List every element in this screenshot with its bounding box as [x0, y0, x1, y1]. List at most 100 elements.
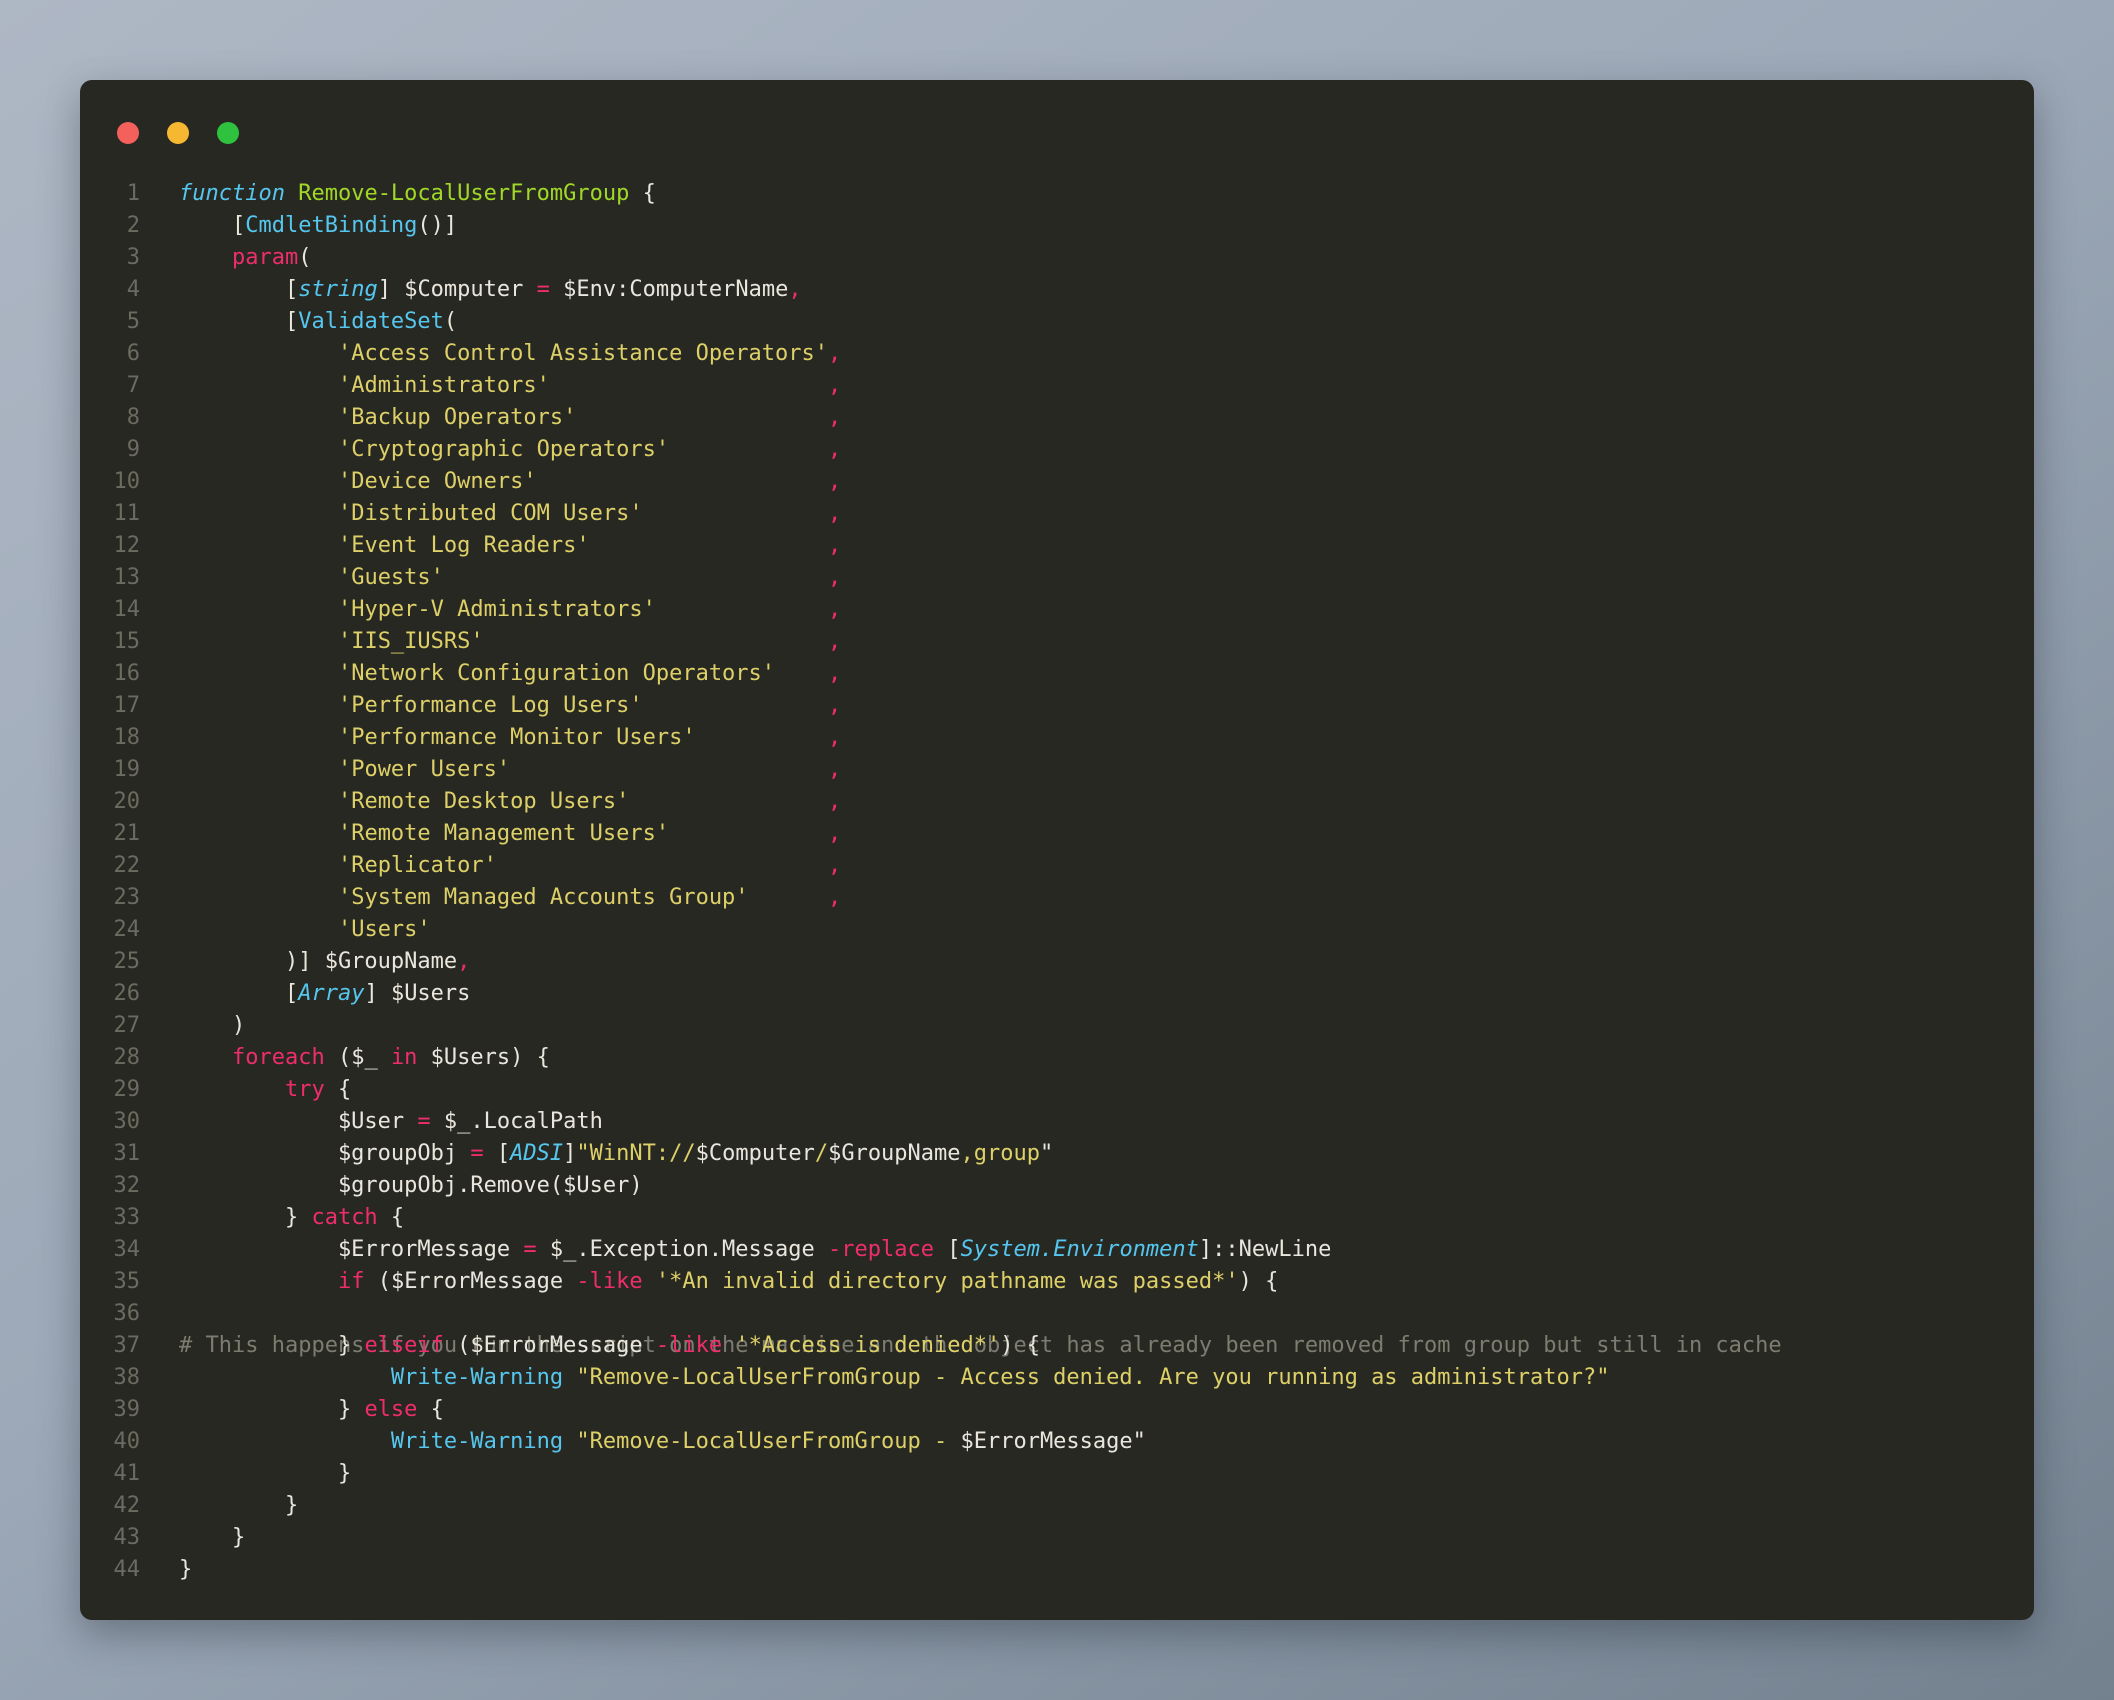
minimize-window-button[interactable] [167, 122, 189, 144]
line-number: 25 [80, 946, 140, 978]
code-token: ]::NewLine [1199, 1237, 1331, 1262]
code-token [775, 661, 828, 686]
line-number: 33 [80, 1202, 140, 1234]
code-text: [Array] $Users [179, 978, 470, 1010]
code-token: , [828, 533, 841, 558]
code-token: 'Hyper-V Administrators' [338, 597, 656, 622]
code-editor[interactable]: 1function Remove-LocalUserFromGroup {2 [… [80, 178, 2034, 1620]
code-text: 'Access Control Assistance Operators', [179, 338, 841, 370]
code-token: Write-Warning [391, 1429, 563, 1454]
code-line: 44} [80, 1554, 2034, 1586]
code-line: 33 } catch { [80, 1202, 2034, 1234]
code-token: 'Remote Desktop Users' [338, 789, 629, 814]
code-token [179, 1429, 391, 1454]
line-number: 6 [80, 338, 140, 370]
code-token: " [1040, 1141, 1053, 1166]
code-line: 39 } else { [80, 1394, 2034, 1426]
close-window-button[interactable] [117, 122, 139, 144]
code-token [179, 629, 338, 654]
code-line: 11 'Distributed COM Users' , [80, 498, 2034, 530]
code-token: , [828, 725, 841, 750]
code-token: } [179, 1493, 298, 1518]
line-number: 23 [80, 882, 140, 914]
line-number: 34 [80, 1234, 140, 1266]
code-token: ) { [1239, 1269, 1279, 1294]
code-line: 26 [Array] $Users [80, 978, 2034, 1010]
code-text: 'Power Users' , [179, 754, 841, 786]
code-token: ()] [417, 213, 457, 238]
code-token [484, 629, 828, 654]
code-line: 32 $groupObj.Remove($User) [80, 1170, 2034, 1202]
line-number: 38 [80, 1362, 140, 1394]
code-token [179, 885, 338, 910]
line-number: 32 [80, 1170, 140, 1202]
code-token: 'Cryptographic Operators' [338, 437, 669, 462]
code-text: $ErrorMessage = $_.Exception.Message -re… [179, 1234, 1331, 1266]
code-token [179, 725, 338, 750]
code-token: [ [179, 309, 298, 334]
code-line: 15 'IIS_IUSRS' , [80, 626, 2034, 658]
code-line: 43 } [80, 1522, 2034, 1554]
zoom-window-button[interactable] [217, 122, 239, 144]
code-token [179, 1045, 232, 1070]
code-token: 'Performance Log Users' [338, 693, 643, 718]
code-line: 28 foreach ($_ in $Users) { [80, 1042, 2034, 1074]
code-token: $_.Exception.Message [537, 1237, 828, 1262]
code-token: , [828, 405, 841, 430]
code-token: 'Distributed COM Users' [338, 501, 643, 526]
code-text: [string] $Computer = $Env:ComputerName, [179, 274, 802, 306]
code-token: [ [179, 213, 245, 238]
code-token: $Computer [696, 1141, 815, 1166]
code-token [510, 757, 828, 782]
code-token [179, 789, 338, 814]
code-token [643, 693, 828, 718]
code-token: ] $Computer [378, 277, 537, 302]
code-token: [ [179, 277, 298, 302]
code-line: 14 'Hyper-V Administrators' , [80, 594, 2034, 626]
code-token: , [788, 277, 801, 302]
code-token [179, 1269, 338, 1294]
code-token: "WinNT:// [576, 1141, 695, 1166]
code-text: 'Backup Operators' , [179, 402, 841, 434]
code-token: 'IIS_IUSRS' [338, 629, 484, 654]
code-text: } else { [179, 1394, 444, 1426]
line-number: 35 [80, 1266, 140, 1298]
code-line: 22 'Replicator' , [80, 850, 2034, 882]
code-token: , [828, 469, 841, 494]
code-token: , [828, 789, 841, 814]
code-token [669, 437, 828, 462]
code-token: } [179, 1461, 351, 1486]
code-token: = [417, 1109, 430, 1134]
code-text: function Remove-LocalUserFromGroup { [179, 178, 656, 210]
code-token: = [470, 1141, 483, 1166]
code-token [576, 405, 828, 430]
code-text: 'Replicator' , [179, 850, 841, 882]
code-token [643, 501, 828, 526]
line-number: 8 [80, 402, 140, 434]
code-editor-window: 1function Remove-LocalUserFromGroup {2 [… [80, 80, 2034, 1620]
code-text: 'Distributed COM Users' , [179, 498, 841, 530]
code-text: [ValidateSet( [179, 306, 457, 338]
code-token: "Remove-LocalUserFromGroup - [576, 1429, 960, 1454]
code-token: ($_ [325, 1045, 391, 1070]
code-token: = [537, 277, 550, 302]
code-token: $User [179, 1109, 417, 1134]
code-token: 'Users' [338, 917, 431, 942]
code-token: ($ErrorMessage [364, 1269, 576, 1294]
code-text: 'Event Log Readers' , [179, 530, 841, 562]
code-token [179, 341, 338, 366]
code-token: , [828, 629, 841, 654]
code-token: , [828, 437, 841, 462]
code-token [179, 245, 232, 270]
line-number: 44 [80, 1554, 140, 1586]
code-text: $groupObj = [ADSI]"WinNT://$Computer/$Gr… [179, 1138, 1053, 1170]
code-token: $_.LocalPath [431, 1109, 603, 1134]
code-token: '*Access is denied*' [735, 1333, 1000, 1358]
code-token [537, 469, 828, 494]
window-titlebar[interactable] [80, 80, 2034, 155]
code-token: ADSI [510, 1141, 563, 1166]
code-token: in [391, 1045, 418, 1070]
code-token: ) [179, 1013, 245, 1038]
code-token [563, 1429, 576, 1454]
code-line: 4 [string] $Computer = $Env:ComputerName… [80, 274, 2034, 306]
